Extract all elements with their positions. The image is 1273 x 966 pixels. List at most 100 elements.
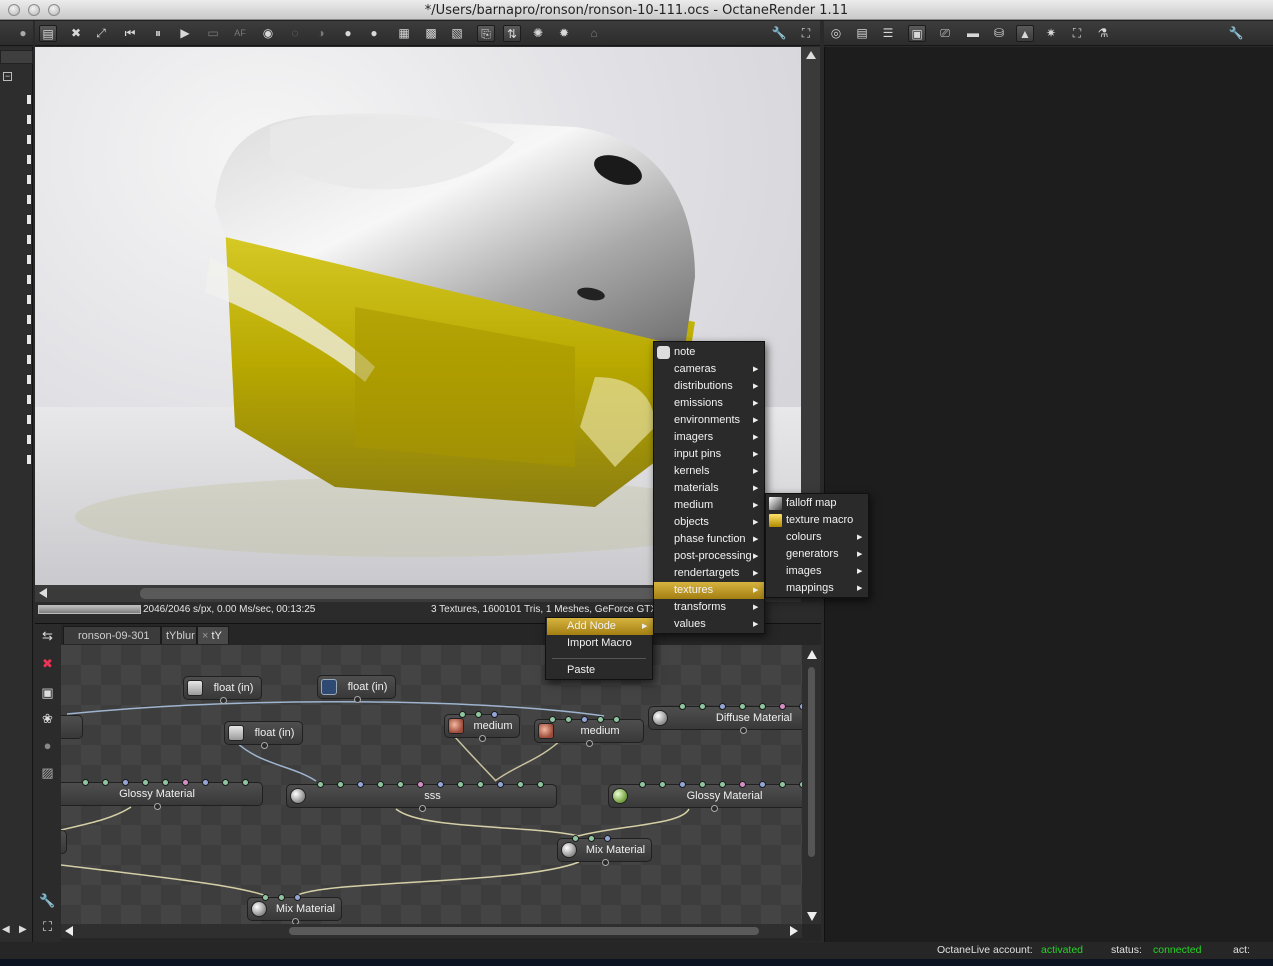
textures-mappings[interactable]: mappings ▶ <box>766 580 868 597</box>
node-mix1[interactable]: Mix Material <box>557 835 652 866</box>
strip-left-arrow-icon[interactable]: ◀ <box>2 924 10 935</box>
input-pin[interactable] <box>278 894 285 901</box>
strip-marker[interactable] <box>27 135 31 144</box>
add-node-environments[interactable]: environments ▶ <box>654 412 764 429</box>
input-pin[interactable] <box>699 703 706 710</box>
input-pin[interactable] <box>739 781 746 788</box>
output-pin[interactable] <box>154 803 161 810</box>
dot-icon[interactable]: ● <box>14 25 32 42</box>
graph-scroll-right-icon[interactable] <box>790 926 798 936</box>
input-pin[interactable] <box>565 716 572 723</box>
add-node-cameras[interactable]: cameras ▶ <box>654 361 764 378</box>
copy-icon[interactable]: ⎘ <box>477 25 495 42</box>
add-node-input-pins[interactable]: input pins ▶ <box>654 446 764 463</box>
strip-marker[interactable] <box>27 415 31 424</box>
textures-falloff-map[interactable]: falloff map <box>766 495 868 512</box>
graph-horizontal-scrollbar[interactable] <box>61 924 802 938</box>
input-pin[interactable] <box>679 703 686 710</box>
strip-marker[interactable] <box>27 175 31 184</box>
graph-vertical-scrollbar[interactable] <box>802 645 821 924</box>
graph-delete-icon[interactable]: ✖ <box>39 655 56 672</box>
input-pin[interactable] <box>162 779 169 786</box>
input-pin[interactable] <box>588 835 595 842</box>
output-pin[interactable] <box>260 742 268 749</box>
lock-icon[interactable]: ⌂ <box>585 25 603 42</box>
graph-scroll-up-icon[interactable] <box>807 650 817 659</box>
input-pin[interactable] <box>604 835 611 842</box>
graph-clear-icon[interactable]: ▨ <box>39 764 56 781</box>
picture-icon[interactable]: ▲ <box>1016 25 1034 42</box>
input-pin[interactable] <box>457 781 464 788</box>
input-pin[interactable] <box>222 779 229 786</box>
input-pin[interactable] <box>317 781 324 788</box>
input-pin[interactable] <box>581 716 588 723</box>
sphere2-icon[interactable]: ● <box>365 25 383 42</box>
left-strip-tab[interactable] <box>0 50 33 64</box>
af-icon[interactable]: AF <box>231 25 249 42</box>
layers-icon[interactable]: ▤ <box>853 25 871 42</box>
input-pin[interactable] <box>294 894 301 901</box>
restart-icon[interactable]: ⏮ <box>121 25 139 42</box>
input-pin[interactable] <box>122 779 129 786</box>
film-icon[interactable]: ⎚ <box>936 25 954 42</box>
image-icon[interactable]: ▣ <box>908 25 926 42</box>
input-pin[interactable] <box>759 703 766 710</box>
textures-images[interactable]: images ▶ <box>766 563 868 580</box>
add-node-distributions[interactable]: distributions ▶ <box>654 378 764 395</box>
input-pin[interactable] <box>719 781 726 788</box>
input-pin[interactable] <box>417 781 424 788</box>
output-pin[interactable] <box>219 697 227 704</box>
camera-settings-icon[interactable]: ◎ <box>827 25 845 42</box>
node-mix2[interactable]: Mix Material <box>247 894 342 924</box>
graph-wrench-icon[interactable]: 🔧 <box>39 892 56 909</box>
strip-marker[interactable] <box>27 455 31 464</box>
input-pin[interactable] <box>739 703 746 710</box>
input-pin[interactable] <box>262 894 269 901</box>
input-pin[interactable] <box>182 779 189 786</box>
node-glossy1[interactable]: Glossy Material <box>61 779 263 810</box>
textures-generators[interactable]: generators ▶ <box>766 546 868 563</box>
offscreen-node-2[interactable] <box>61 830 67 854</box>
input-pin[interactable] <box>337 781 344 788</box>
graph-load-icon[interactable]: ▣ <box>39 684 56 701</box>
textures-colours[interactable]: colours ▶ <box>766 529 868 546</box>
input-pin[interactable] <box>517 781 524 788</box>
input-pin[interactable] <box>475 711 482 718</box>
play-icon[interactable]: ▶ <box>176 25 194 42</box>
sun-icon[interactable]: ✹ <box>555 25 573 42</box>
add-node-kernels[interactable]: kernels ▶ <box>654 463 764 480</box>
scroll-up-icon[interactable] <box>806 51 816 59</box>
graph-sphere-icon[interactable]: ● <box>39 737 56 754</box>
strip-marker[interactable] <box>27 235 31 244</box>
output-pin[interactable] <box>479 735 486 742</box>
add-node-emissions[interactable]: emissions ▶ <box>654 395 764 412</box>
strip-marker[interactable] <box>27 315 31 324</box>
graph-scroll-left-icon[interactable] <box>65 926 73 936</box>
input-pin[interactable] <box>82 779 89 786</box>
region-icon[interactable]: ▭ <box>204 25 222 42</box>
offscreen-node[interactable] <box>61 715 83 739</box>
input-pin[interactable] <box>549 716 556 723</box>
input-pin[interactable] <box>613 716 620 723</box>
checker2-icon[interactable]: ▧ <box>448 25 466 42</box>
disk-icon[interactable]: ⛁ <box>990 25 1008 42</box>
input-pin[interactable] <box>679 781 686 788</box>
tab-tyblur[interactable]: tYblur <box>161 626 197 644</box>
input-pin[interactable] <box>572 835 579 842</box>
strip-marker[interactable] <box>27 395 31 404</box>
fit-icon[interactable]: ⤢ <box>92 25 110 42</box>
strip-marker[interactable] <box>27 335 31 344</box>
node-medium1[interactable]: medium <box>444 711 520 742</box>
output-pin[interactable] <box>601 859 609 866</box>
input-pin[interactable] <box>719 703 726 710</box>
add-node-phase-function[interactable]: phase function ▶ <box>654 531 764 548</box>
output-pin[interactable] <box>418 805 426 812</box>
node-medium2[interactable]: medium <box>534 716 644 747</box>
input-pin[interactable] <box>377 781 384 788</box>
viewport-scroll-thumb[interactable] <box>140 588 660 599</box>
graph-scroll-down-icon[interactable] <box>807 912 817 921</box>
color-picker-icon[interactable]: ◉ <box>259 25 277 42</box>
input-pin[interactable] <box>491 711 498 718</box>
grid-icon[interactable]: ▦ <box>395 25 413 42</box>
input-pin[interactable] <box>759 781 766 788</box>
